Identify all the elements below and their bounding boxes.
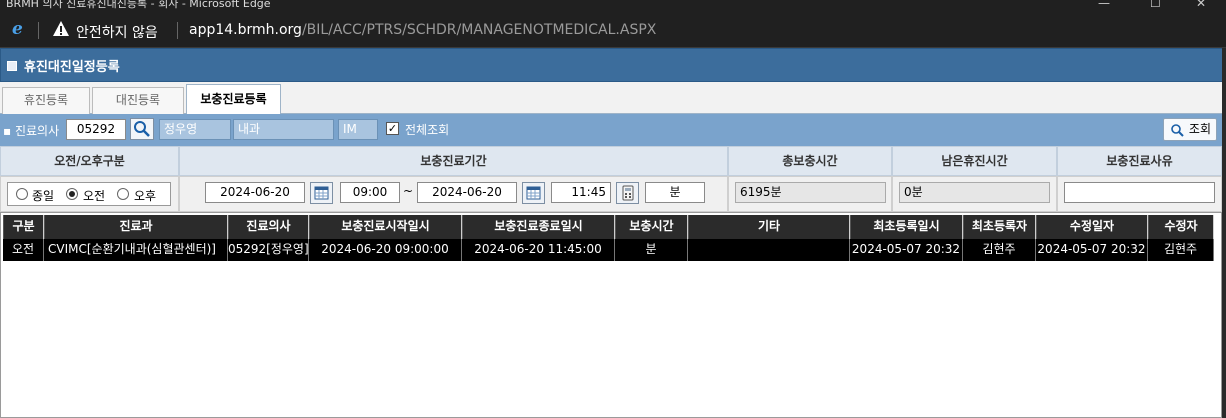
remaining-time-field: 0분 xyxy=(899,182,1050,203)
col-header-duration[interactable]: 보충시간 xyxy=(615,215,688,239)
table-cell[interactable]: 김현주 xyxy=(1148,239,1214,261)
page-scrollbar[interactable] xyxy=(1222,48,1226,418)
period-cell: 2024-06-20 09:00 ~ 2024-06-20 11:45 분 xyxy=(179,176,728,212)
url-host: app14.brmh.org xyxy=(189,22,302,38)
reason-input[interactable] xyxy=(1064,182,1215,203)
calculator-icon xyxy=(622,185,634,201)
search-button-label: 조회 xyxy=(1188,122,1211,136)
range-separator: ~ xyxy=(403,184,414,198)
radio-full-day-label: 종일 xyxy=(32,189,55,203)
radio-morning[interactable] xyxy=(66,188,78,200)
col-header-start[interactable]: 보충진료시작일시 xyxy=(309,215,462,239)
table-cell[interactable]: 2024-06-20 11:45:00 xyxy=(462,239,615,261)
col-header-modified-at[interactable]: 수정일자 xyxy=(1036,215,1148,239)
start-date-calendar-button[interactable] xyxy=(310,182,333,204)
total-time-field: 6195분 xyxy=(735,182,886,203)
header-remaining-time: 남은휴진시간 xyxy=(892,146,1057,176)
start-date-input[interactable]: 2024-06-20 xyxy=(205,182,305,203)
header-period: 보충진료기간 xyxy=(179,146,728,176)
ie-mode-icon[interactable]: e xyxy=(12,19,23,39)
table-cell[interactable]: 오전 xyxy=(3,239,44,261)
warning-icon xyxy=(53,21,69,36)
doctor-label: ▪ 진료의사 xyxy=(3,124,60,138)
tab-substitute-registration[interactable]: 대진등록 xyxy=(92,87,184,114)
table-cell[interactable] xyxy=(688,239,850,261)
doctor-label-text: 진료의사 xyxy=(14,124,60,138)
col-header-etc[interactable]: 기타 xyxy=(688,215,850,239)
results-grid: 구분 진료과 진료의사 보충진료시작일시 보충진료종료일시 보충시간 기타 최초… xyxy=(0,212,1222,418)
security-warning[interactable]: 안전하지 않음 xyxy=(76,22,158,42)
show-all-label: 전체조회 xyxy=(405,123,450,137)
ampm-radio-group: 종일 오전 오후 xyxy=(7,182,171,206)
reason-cell xyxy=(1057,176,1222,212)
radio-afternoon[interactable] xyxy=(117,188,129,200)
radio-full-day[interactable] xyxy=(16,188,28,200)
search-bar: ▪ 진료의사 05292 정우영 내과 IM xyxy=(0,114,1222,146)
col-header-doctor[interactable]: 진료의사 xyxy=(228,215,309,239)
separator xyxy=(38,22,39,39)
header-reason: 보충진료사유 xyxy=(1057,146,1222,176)
col-header-modified-by[interactable]: 수정자 xyxy=(1148,215,1214,239)
col-header-dept[interactable]: 진료과 xyxy=(44,215,228,239)
tab-strip: 휴진등록 대진등록 보충진료등록 xyxy=(0,82,1226,115)
remaining-time-cell: 0분 xyxy=(892,176,1057,212)
supplement-minutes-field[interactable]: 분 xyxy=(645,182,705,203)
col-header-end[interactable]: 보충진료종료일시 xyxy=(462,215,615,239)
calculate-button[interactable] xyxy=(616,182,639,204)
calendar-icon xyxy=(526,186,541,200)
condition-panel: 오전/오후구분 보충진료기간 총보충시간 남은휴진시간 보충진료사유 종일 오전… xyxy=(0,146,1222,212)
separator xyxy=(177,22,178,39)
col-header-created-by[interactable]: 최초등록자 xyxy=(963,215,1036,239)
window-title: BRMH 의사 진료휴진대진등록 - 회사 - Microsoft Edge xyxy=(6,0,271,10)
end-date-input[interactable]: 2024-06-20 xyxy=(417,182,517,203)
minimize-icon[interactable]: — xyxy=(1098,0,1110,10)
doctor-name-field: 정우영 xyxy=(159,119,231,140)
header-ampm: 오전/오후구분 xyxy=(0,146,179,176)
search-icon xyxy=(1171,124,1184,137)
app-title-bar: 휴진대진일정등록 xyxy=(0,48,1226,82)
page-title: 휴진대진일정등록 xyxy=(24,60,120,75)
table-cell[interactable]: 2024-05-07 20:32 xyxy=(850,239,963,261)
end-date-calendar-button[interactable] xyxy=(522,182,545,204)
end-time-input[interactable]: 11:45 xyxy=(551,182,611,203)
start-time-input[interactable]: 09:00 xyxy=(340,182,400,203)
search-button[interactable]: 조회 xyxy=(1163,118,1217,141)
header-total-time: 총보충시간 xyxy=(728,146,892,176)
search-icon xyxy=(134,121,150,137)
table-cell[interactable]: 2024-06-20 09:00:00 xyxy=(309,239,462,261)
browser-title-bar: BRMH 의사 진료휴진대진등록 - 회사 - Microsoft Edge —… xyxy=(0,0,1226,14)
url-path: /BIL/ACC/PTRS/SCHDR/MANAGENOTMEDICAL.ASP… xyxy=(301,22,657,38)
table-cell[interactable]: 05292[정우영] xyxy=(228,239,309,261)
calendar-icon xyxy=(314,186,329,200)
address-bar[interactable]: e 안전하지 않음 app14.brmh.org/BIL/ACC/PTRS/SC… xyxy=(0,14,1226,48)
maximize-icon[interactable]: ☐ xyxy=(1150,0,1161,10)
tab-supplementary-registration[interactable]: 보충진료등록 xyxy=(186,84,281,115)
ampm-cell: 종일 오전 오후 xyxy=(0,176,179,212)
radio-afternoon-label: 오후 xyxy=(134,189,157,203)
close-icon[interactable]: ✕ xyxy=(1196,0,1206,10)
title-square-icon xyxy=(7,61,17,71)
show-all-checkbox[interactable]: ✓ xyxy=(386,122,399,135)
total-time-cell: 6195분 xyxy=(728,176,892,212)
doctor-id-input[interactable]: 05292 xyxy=(66,119,126,140)
url-text[interactable]: app14.brmh.org/BIL/ACC/PTRS/SCHDR/MANAGE… xyxy=(189,22,656,38)
tab-closure-registration[interactable]: 휴진등록 xyxy=(2,87,90,114)
col-header-created-at[interactable]: 최초등록일시 xyxy=(850,215,963,239)
dept-code-field: IM xyxy=(338,119,378,140)
dept-name-field: 내과 xyxy=(233,119,334,140)
table-cell[interactable]: 김현주 xyxy=(963,239,1036,261)
doctor-search-button[interactable] xyxy=(130,118,154,140)
table-cell[interactable]: 2024-05-07 20:32 xyxy=(1036,239,1148,261)
table-cell[interactable]: CVIMC[순환기내과(심혈관센터)] xyxy=(44,239,228,261)
table-cell[interactable]: 분 xyxy=(615,239,688,261)
col-header-type[interactable]: 구분 xyxy=(3,215,44,239)
radio-morning-label: 오전 xyxy=(83,189,106,203)
